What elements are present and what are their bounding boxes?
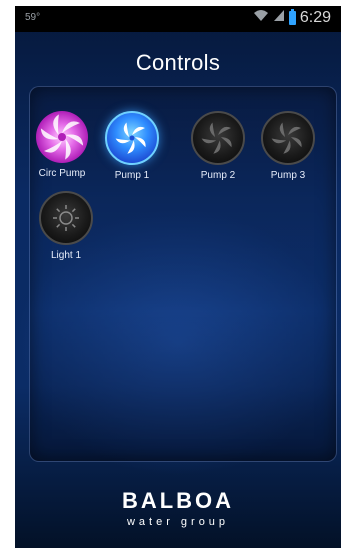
status-time: 6:29: [299, 9, 331, 26]
page-title: Controls: [135, 50, 221, 75]
brand-tagline: water group: [126, 516, 230, 528]
brand-name: BALBOA: [121, 488, 235, 513]
status-icons: 6:29: [253, 9, 331, 27]
app-screen: 59° 6:29 Controls Circ Pump Pump 1 Pump …: [15, 6, 341, 548]
control-label: Circ Pump: [38, 168, 86, 179]
light-icon: [53, 205, 79, 231]
brand-logo: BALBOA water group: [15, 488, 341, 528]
pump-icon: [40, 114, 84, 160]
light-1-button[interactable]: [39, 191, 93, 245]
control-pump-3[interactable]: Pump 3: [256, 111, 320, 181]
status-bar: 59° 6:29: [15, 6, 341, 32]
circ-pump-button[interactable]: [36, 111, 88, 163]
pump-2-button[interactable]: [191, 111, 245, 165]
control-light-1[interactable]: Light 1: [34, 191, 98, 261]
control-pump-2[interactable]: Pump 2: [186, 111, 250, 181]
signal-icon: [273, 9, 285, 27]
pump-1-button[interactable]: [105, 111, 159, 165]
status-left-text: 59°: [25, 12, 41, 23]
control-label: Pump 1: [114, 170, 150, 181]
pump-3-button[interactable]: [261, 111, 315, 165]
control-label: Pump 2: [200, 170, 236, 181]
control-label: Light 1: [50, 250, 82, 261]
pump-icon: [271, 122, 302, 154]
control-pump-1[interactable]: Pump 1: [100, 111, 164, 181]
control-circ-pump[interactable]: Circ Pump: [30, 111, 94, 179]
battery-icon: [288, 9, 296, 25]
wifi-icon: [253, 9, 269, 27]
pump-icon: [115, 122, 146, 154]
controls-panel: Circ Pump Pump 1 Pump 2 Pump 3 Light 1: [29, 86, 337, 462]
control-label: Pump 3: [270, 170, 306, 181]
pump-icon: [201, 122, 232, 154]
